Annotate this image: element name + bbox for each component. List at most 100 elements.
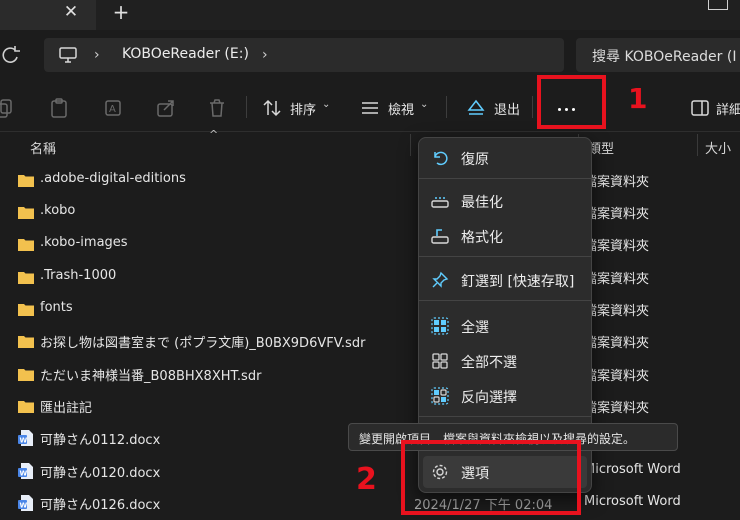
menu-item-label: 反向選擇 [461,390,517,406]
column-header: 名稱 ^ 類型 大小 [0,128,740,160]
delete-icon[interactable] [208,98,226,122]
list-item[interactable]: fonts 檔案資料夾 [0,293,740,325]
column-size[interactable]: 大小 [705,138,731,157]
list-item[interactable]: 匯出註記 檔案資料夾 [0,390,740,422]
eject-button[interactable]: 退出 [494,99,520,118]
chevron-down-icon[interactable]: ⌄ [322,99,330,110]
menu-item-label: 釘選到 [快速存取] [461,274,575,290]
format-drive-icon [431,227,449,249]
invert-selection-icon [431,387,449,409]
folder-icon [18,366,34,385]
column-divider[interactable] [410,134,411,156]
breadcrumb-chevron-icon[interactable]: › [262,47,268,63]
folder-icon [18,172,34,191]
eject-icon[interactable] [466,98,486,122]
list-item[interactable]: .adobe-digital-editions 檔案資料夾 [0,164,740,196]
copy-icon[interactable] [0,98,14,122]
menu-item-label: 全選 [461,320,489,336]
svg-text:W: W [20,437,28,445]
breadcrumb-drive[interactable]: KOBOeReader (E:) [122,46,249,62]
menu-divider [419,300,591,301]
active-tab[interactable]: ✕ [0,0,96,30]
menu-item-invert-selection[interactable]: 反向選擇 [423,380,587,412]
address-row: › KOBOeReader (E:) › 搜尋 KOBOeReader (I [0,30,740,82]
view-button[interactable]: 檢視 [388,99,414,118]
undo-icon [431,149,449,171]
file-name: .Trash-1000 [40,268,117,283]
breadcrumb-chevron-icon[interactable]: › [94,47,100,63]
file-type: Microsoft Word [584,462,681,477]
restore-window-icon[interactable] [708,0,728,10]
new-tab-button[interactable]: + [109,1,133,25]
details-pane-icon[interactable] [690,98,710,122]
file-name: ただいま神様当番_B08BHX8XHT.sdr [40,369,262,384]
file-name: fonts [40,300,73,315]
menu-item-optimize[interactable]: 最佳化 [423,185,587,217]
menu-item-format[interactable]: 格式化 [423,220,587,252]
sort-button[interactable]: 排序 [290,99,316,118]
file-type: 檔案資料夾 [584,304,650,319]
file-name: 可静さん0112.docx [40,433,161,448]
toolbar-divider [446,96,447,118]
file-type: 檔案資料夾 [584,239,650,254]
menu-item-label: 全部不選 [461,355,517,371]
menu-divider [419,178,591,179]
folder-icon [18,301,34,320]
file-type: 檔案資料夾 [584,272,650,287]
toolbar-divider [246,96,247,118]
menu-item-label: 最佳化 [461,195,503,211]
word-document-icon: W [18,495,34,515]
menu-item-select-none[interactable]: 全部不選 [423,345,587,377]
word-document-icon: W [18,463,34,483]
list-item[interactable]: .Trash-1000 檔案資料夾 [0,261,740,293]
file-name: .kobo [40,203,76,218]
close-tab-icon[interactable]: ✕ [60,2,82,24]
annotation-number-1: 1 [628,82,648,115]
share-icon[interactable] [156,98,176,122]
address-bar[interactable]: › KOBOeReader (E:) › [44,38,564,72]
file-name: .adobe-digital-editions [40,171,186,186]
rename-icon[interactable]: A [104,98,124,122]
file-type: 檔案資料夾 [584,336,650,351]
toolbar-divider [532,96,533,118]
search-placeholder: 搜尋 KOBOeReader (I [592,49,737,65]
pin-icon [431,271,449,293]
file-name: 可静さん0120.docx [40,466,161,481]
file-type: 檔案資料夾 [584,175,650,190]
menu-item-label: 復原 [461,152,489,168]
paste-icon[interactable] [50,98,68,122]
word-document-icon: W [18,430,34,450]
list-item[interactable]: ただいま神様当番_B08BHX8XHT.sdr 檔案資料夾 [0,358,740,390]
folder-icon [18,269,34,288]
view-icon[interactable] [360,98,380,122]
menu-item-select-all[interactable]: 全選 [423,310,587,342]
list-item[interactable]: お探し物は図書室まで (ポプラ文庫)_B0BX9D6VFV.sdr 檔案資料夾 [0,325,740,357]
sort-icon[interactable] [262,98,282,122]
details-button[interactable]: 詳細 [716,99,740,118]
file-name: 可静さん0126.docx [40,498,161,513]
annotation-number-2: 2 [356,462,377,497]
file-name: 匯出註記 [40,401,93,416]
tab-strip: ✕ + [0,0,740,30]
list-item[interactable]: .kobo-images 檔案資料夾 [0,228,740,260]
menu-item-pin-quick-access[interactable]: 釘選到 [快速存取] [423,264,587,296]
column-divider[interactable] [697,134,698,156]
this-pc-icon[interactable] [58,46,78,68]
svg-text:W: W [20,470,28,478]
annotation-box-2 [401,440,581,515]
list-item[interactable]: .kobo 檔案資料夾 [0,196,740,228]
menu-item-undo[interactable]: 復原 [423,142,587,174]
file-type: 檔案資料夾 [584,207,650,222]
folder-icon [18,236,34,255]
search-input[interactable]: 搜尋 KOBOeReader (I [576,38,740,72]
svg-text:A: A [109,104,116,115]
file-name: .kobo-images [40,235,128,250]
folder-icon [18,204,34,223]
menu-divider [419,416,591,417]
select-none-icon [431,352,449,374]
select-all-icon [431,317,449,339]
column-name[interactable]: 名稱 [30,138,56,157]
refresh-icon[interactable] [0,44,22,66]
chevron-down-icon[interactable]: ⌄ [420,99,428,110]
folder-icon [18,398,34,417]
